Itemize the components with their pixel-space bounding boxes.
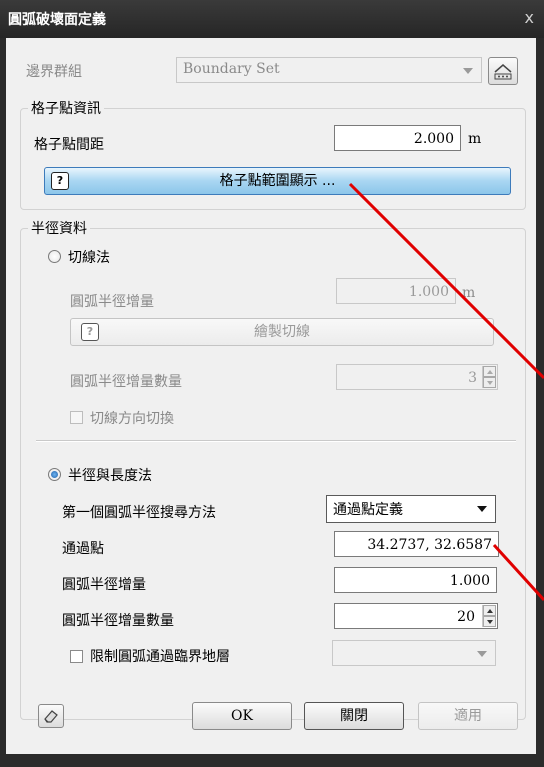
- dialog-window: 圓弧破壞面定義 x 邊界群組 Boundary Set 格子點資訊 格子點間距 …: [0, 0, 544, 767]
- annotation-arrow-pass-point: [492, 543, 544, 602]
- annotation-arrows: [348, 182, 544, 602]
- annotation-arrow-grid-range: [348, 182, 544, 380]
